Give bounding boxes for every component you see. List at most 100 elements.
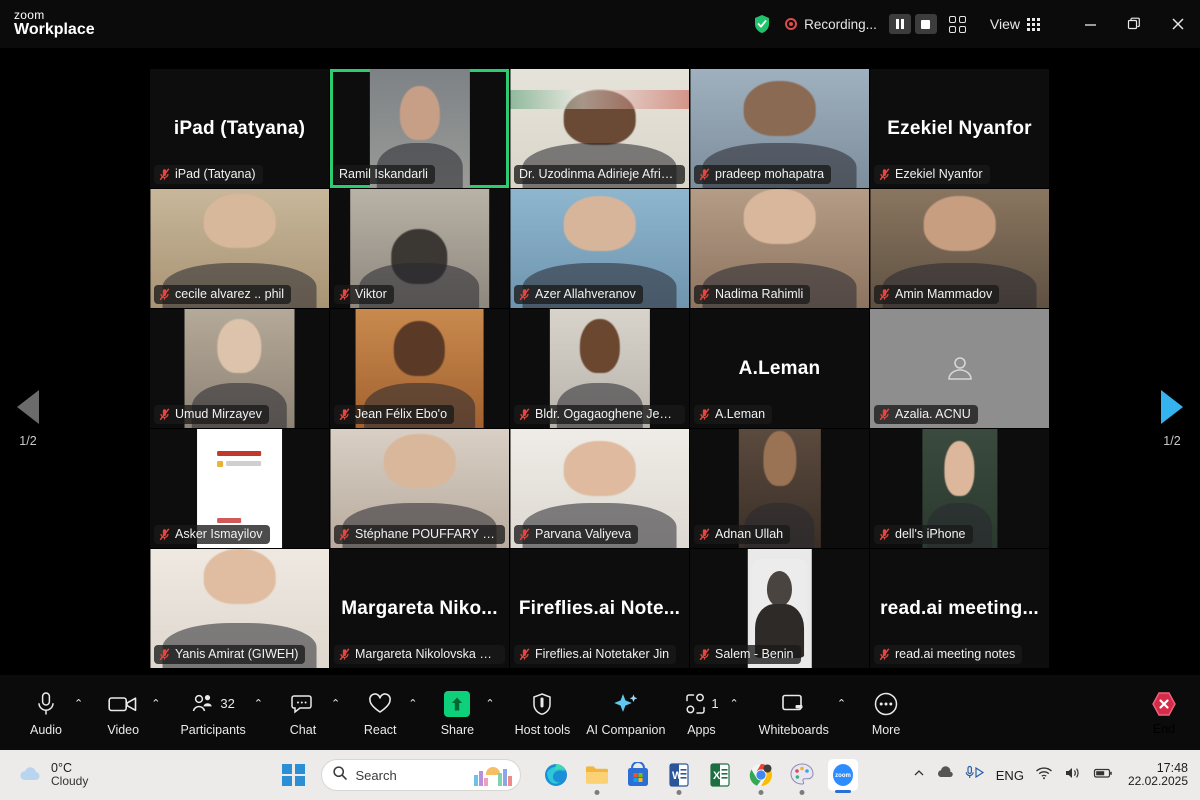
- volume-icon[interactable]: [1064, 766, 1082, 785]
- chevron-up-icon[interactable]: ⌃: [837, 698, 846, 710]
- word-icon[interactable]: W: [664, 759, 694, 795]
- video-tile[interactable]: Adnan Ullah: [690, 429, 869, 548]
- stop-recording-button[interactable]: [914, 14, 937, 34]
- mute-microphone-icon: [879, 407, 890, 421]
- toolbar-react-button[interactable]: React: [354, 689, 406, 737]
- whiteboard-icon: [781, 689, 807, 719]
- chevron-up-icon[interactable]: ⌃: [408, 698, 417, 710]
- video-tile[interactable]: cecile alvarez .. phil: [150, 189, 329, 308]
- close-button[interactable]: [1156, 0, 1200, 48]
- participant-name: Ramil Iskandarli: [339, 167, 428, 181]
- toolbar-more-button[interactable]: More: [860, 689, 912, 737]
- view-button[interactable]: View: [990, 16, 1040, 32]
- toolbar-item-label: Audio: [30, 722, 62, 737]
- taskbar-weather-widget[interactable]: 0°C Cloudy: [18, 761, 88, 789]
- video-tile[interactable]: pradeep mohapatra: [690, 69, 869, 188]
- search-highlight-art: [472, 761, 514, 787]
- meeting-stage: 1/2 1/2 iPad (Tatyana) iPad (Tatyana) Rami…: [0, 48, 1200, 675]
- toolbar-chat-button[interactable]: Chat: [277, 689, 329, 737]
- chevron-up-icon[interactable]: [913, 766, 925, 784]
- edge-icon[interactable]: [541, 759, 571, 791]
- previous-page-button[interactable]: 1/2: [0, 373, 56, 465]
- toolbar-apps-button[interactable]: 1 Apps: [675, 689, 727, 737]
- chrome-icon[interactable]: [746, 759, 776, 795]
- video-tile[interactable]: Margareta Niko... Margareta Nikolovska ET…: [330, 549, 509, 668]
- minimize-button[interactable]: [1068, 0, 1112, 48]
- video-tile[interactable]: Nadima Rahimli: [690, 189, 869, 308]
- language-indicator[interactable]: ENG: [996, 768, 1024, 783]
- video-tile[interactable]: Umud Mirzayev: [150, 309, 329, 428]
- video-tile[interactable]: Jean Félix Ebo'o: [330, 309, 509, 428]
- video-grid: iPad (Tatyana) iPad (Tatyana) Ramil Iskand…: [150, 69, 1050, 668]
- video-tile[interactable]: Salem - Benin: [690, 549, 869, 668]
- video-tile[interactable]: Azalia. ACNU: [870, 309, 1049, 428]
- more-dots-icon: [873, 689, 899, 719]
- taskbar-clock[interactable]: 17:48 22.02.2025: [1128, 761, 1188, 789]
- grid-layout-icon[interactable]: [948, 15, 966, 33]
- toolbar-ai-companion-button[interactable]: AI Companion: [580, 689, 671, 737]
- paint-icon[interactable]: [787, 759, 817, 795]
- toolbar-host-tools-button[interactable]: Host tools: [509, 689, 577, 737]
- video-tile[interactable]: Stéphane POUFFARY - ENER...: [330, 429, 509, 548]
- toolbar-whiteboards-button[interactable]: Whiteboards: [753, 689, 835, 737]
- video-tile[interactable]: Fireflies.ai Note... Fireflies.ai Notetak…: [510, 549, 689, 668]
- video-tile[interactable]: Ezekiel Nyanfor Ezekiel Nyanfor: [870, 69, 1049, 188]
- brand-workplace: Workplace: [14, 20, 95, 38]
- video-tile[interactable]: Dr. Uzodinma Adirieje Afriheal...: [510, 69, 689, 188]
- video-tile[interactable]: Azer Allahveranov: [510, 189, 689, 308]
- toolbar-share-button[interactable]: Share: [431, 689, 483, 737]
- chevron-up-icon[interactable]: ⌃: [331, 698, 340, 710]
- shield-check-icon[interactable]: [753, 14, 771, 34]
- chevron-up-icon[interactable]: ⌃: [151, 698, 160, 710]
- participant-name: Yanis Amirat (GIWEH): [175, 647, 299, 661]
- video-tile[interactable]: Ramil Iskandarli: [330, 69, 509, 188]
- video-grid-row: Asker Ismayilov Stéphane POUFFARY - ENER.…: [150, 429, 1050, 548]
- mute-microphone-icon: [339, 287, 350, 301]
- battery-icon[interactable]: [1093, 766, 1113, 785]
- file-explorer-icon[interactable]: [582, 759, 612, 795]
- excel-icon[interactable]: X: [705, 759, 735, 791]
- onedrive-icon[interactable]: [936, 765, 954, 785]
- search-input[interactable]: Search: [320, 759, 521, 791]
- video-tile[interactable]: iPad (Tatyana) iPad (Tatyana): [150, 69, 329, 188]
- video-tile[interactable]: Amin Mammadov: [870, 189, 1049, 308]
- chevron-up-icon[interactable]: ⌃: [485, 698, 494, 710]
- end-meeting-button[interactable]: End: [1150, 690, 1178, 736]
- participant-name-badge: Adnan Ullah: [694, 525, 791, 544]
- participant-name-badge: iPad (Tatyana): [154, 165, 263, 184]
- chevron-up-icon[interactable]: ⌃: [254, 698, 263, 710]
- video-tile[interactable]: Asker Ismayilov: [150, 429, 329, 548]
- wifi-icon[interactable]: [1035, 766, 1053, 785]
- toolbar-participants-button[interactable]: 32 Participants: [174, 689, 251, 737]
- windows-start-icon[interactable]: [282, 763, 305, 787]
- mute-microphone-icon: [699, 527, 710, 541]
- end-call-icon: [1150, 690, 1178, 718]
- video-tile[interactable]: Yanis Amirat (GIWEH): [150, 549, 329, 668]
- chevron-up-icon[interactable]: ⌃: [729, 698, 738, 710]
- video-tile[interactable]: Parvana Valiyeva: [510, 429, 689, 548]
- microsoft-store-icon[interactable]: [623, 759, 653, 791]
- pause-recording-button[interactable]: [888, 14, 911, 34]
- weather-condition: Cloudy: [51, 774, 89, 789]
- chevron-up-icon[interactable]: ⌃: [74, 698, 83, 710]
- app-running-indicator: [676, 790, 681, 795]
- participant-name: iPad (Tatyana): [175, 167, 256, 181]
- video-tile[interactable]: read.ai meeting... read.ai meeting notes: [870, 549, 1049, 668]
- participant-name-badge: Ramil Iskandarli: [334, 165, 435, 184]
- microphone-tray-icon[interactable]: [965, 765, 985, 786]
- video-tile[interactable]: Viktor: [330, 189, 509, 308]
- participant-name: Amin Mammadov: [895, 287, 993, 301]
- chevron-right-icon: [1161, 390, 1183, 424]
- toolbar-item-label: AI Companion: [586, 722, 666, 737]
- next-page-button[interactable]: 1/2: [1144, 373, 1200, 465]
- video-tile[interactable]: A.Leman A.Leman: [690, 309, 869, 428]
- participant-name-badge: A.Leman: [694, 405, 773, 424]
- participant-name-badge: Yanis Amirat (GIWEH): [154, 645, 306, 664]
- video-tile[interactable]: Bldr. Ogagaoghene Jesse Iti...: [510, 309, 689, 428]
- toolbar-audio-button[interactable]: Audio: [20, 689, 72, 737]
- restore-button[interactable]: [1112, 0, 1156, 48]
- toolbar-video-button[interactable]: Video: [97, 689, 149, 737]
- zoom-icon[interactable]: zoom: [827, 759, 858, 793]
- mute-microphone-icon: [519, 527, 530, 541]
- video-tile[interactable]: dell's iPhone: [870, 429, 1049, 548]
